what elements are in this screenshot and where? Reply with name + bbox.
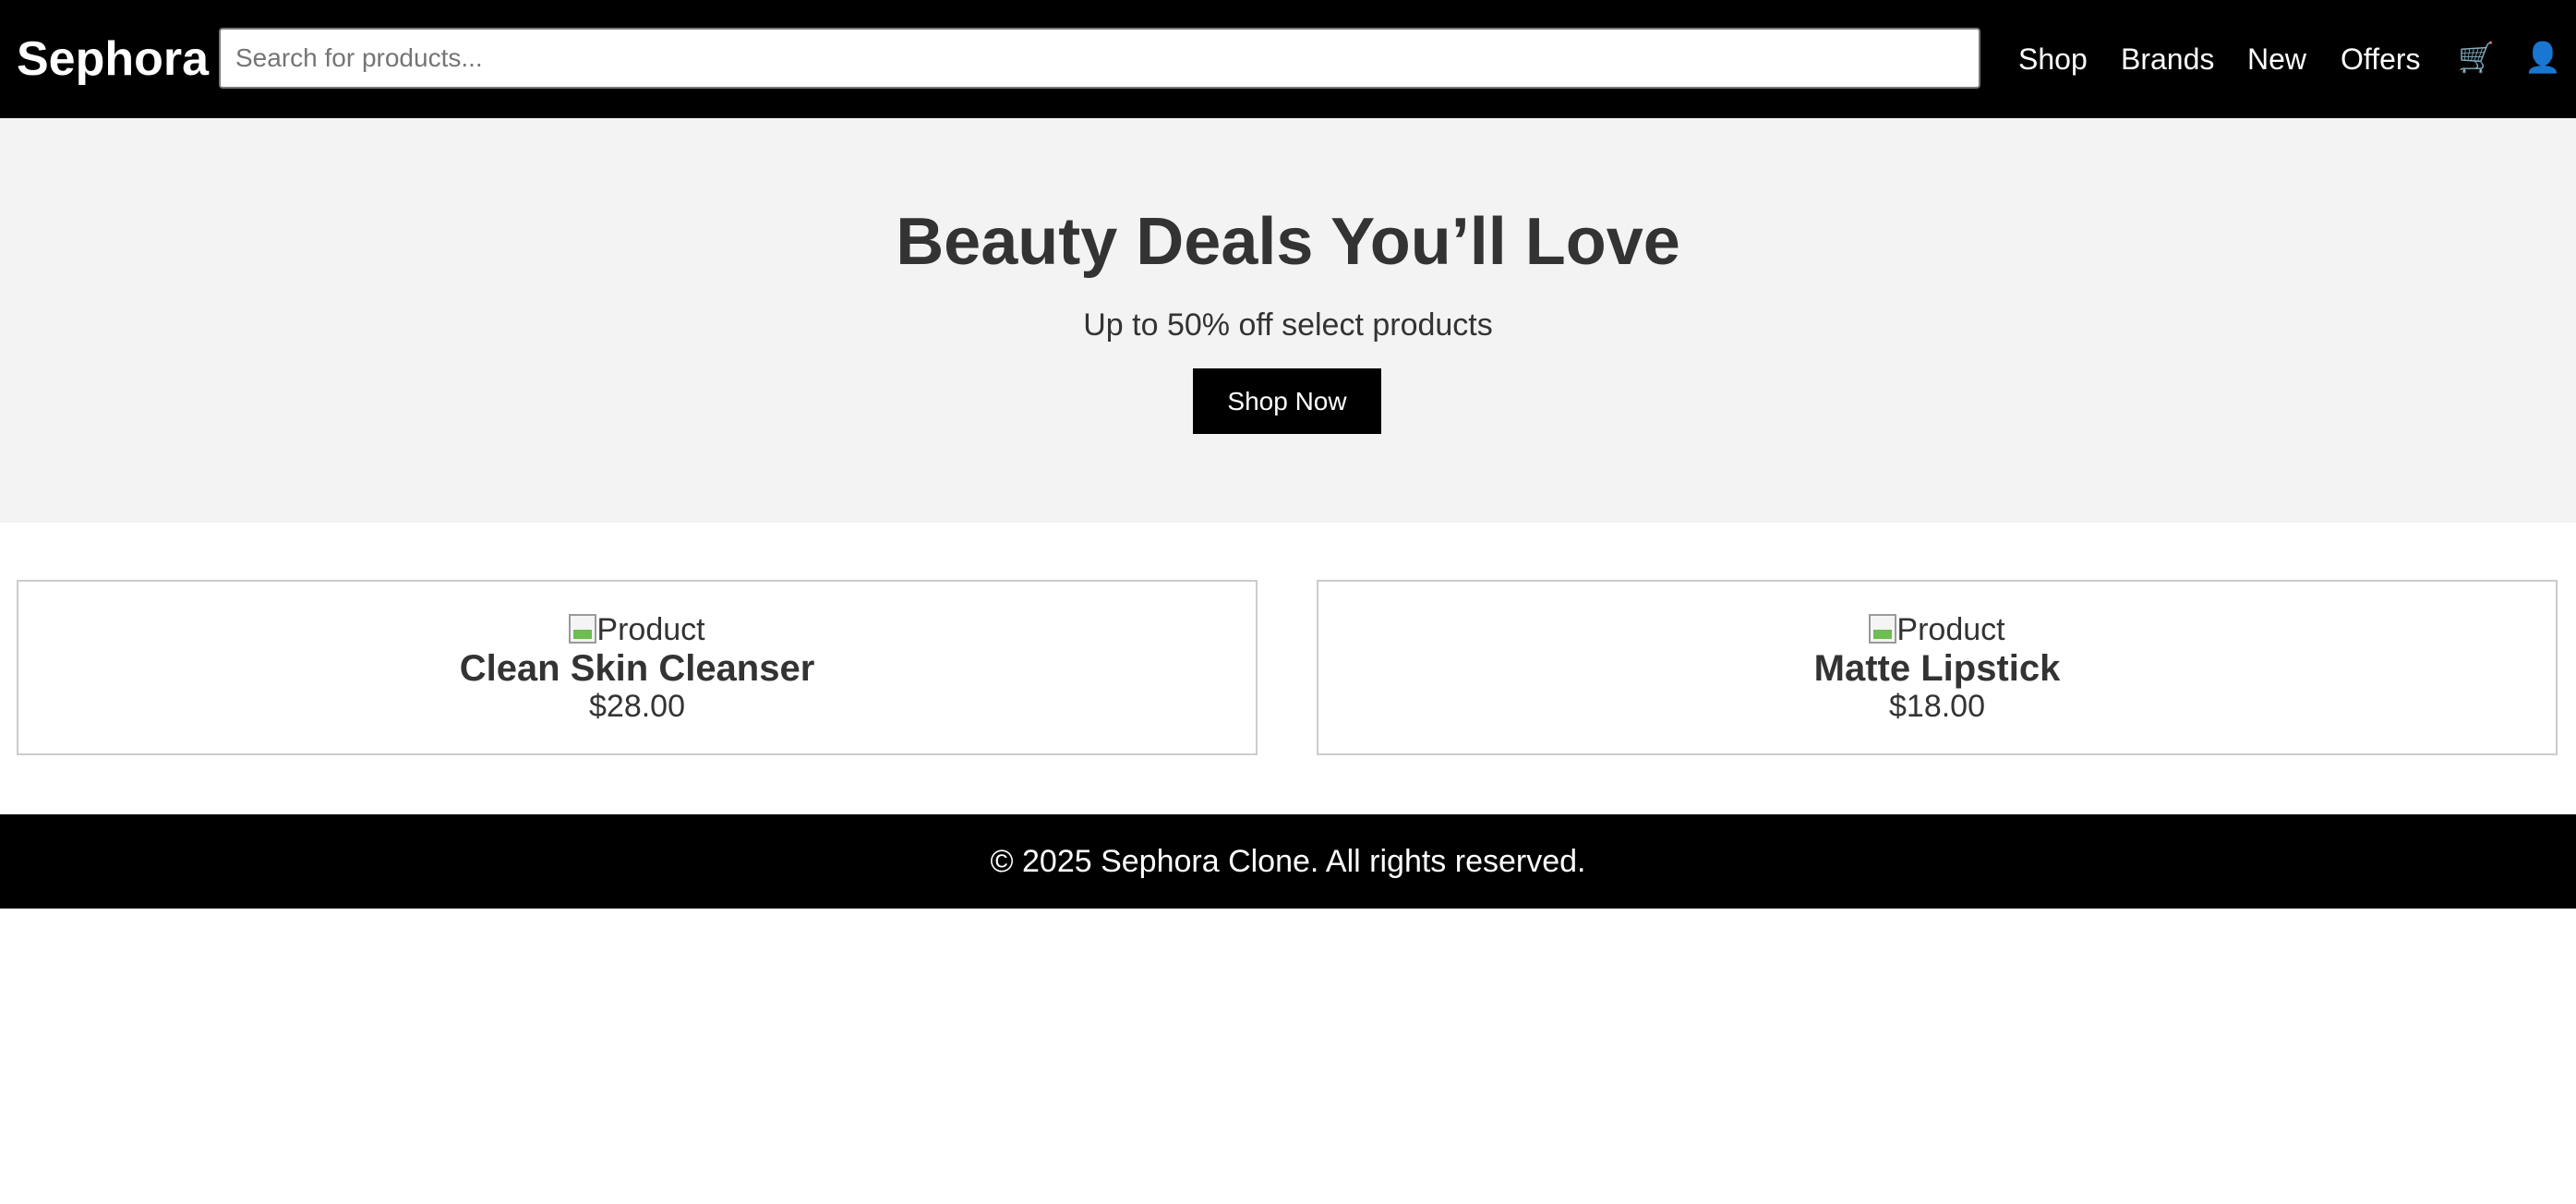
nav-new[interactable]: New: [2247, 37, 2306, 81]
product-price: $18.00: [1889, 689, 1985, 724]
product-image[interactable]: Product: [18, 611, 1256, 648]
logo[interactable]: Sephora: [17, 26, 209, 92]
product-name[interactable]: Matte Lipstick: [1318, 648, 2556, 689]
product-name[interactable]: Clean Skin Cleanser: [18, 648, 1256, 689]
product-card[interactable]: Product Matte Lipstick $18.00: [1317, 580, 2558, 755]
product-image-alt: Product: [1896, 612, 2005, 647]
nav-shop[interactable]: Shop: [2018, 37, 2088, 81]
site-header: Sephora Shop Brands New Offers 🛒 👤: [0, 0, 2576, 118]
nav-brands[interactable]: Brands: [2121, 37, 2214, 81]
hero-banner: Beauty Deals You’ll Love Up to 50% off s…: [0, 118, 2576, 523]
product-image[interactable]: Product: [1318, 611, 2556, 648]
shop-now-button[interactable]: Shop Now: [1193, 368, 1381, 434]
user-icon[interactable]: 👤: [2522, 35, 2563, 79]
product-image-alt: Product: [596, 612, 705, 647]
broken-image-icon: [1869, 614, 1897, 644]
search-input[interactable]: [219, 28, 1980, 89]
site-footer: © 2025 Sephora Clone. All rights reserve…: [0, 814, 2576, 909]
hero-subtitle: Up to 50% off select products: [1083, 307, 1493, 343]
nav-offers[interactable]: Offers: [2341, 37, 2421, 81]
product-price: $28.00: [589, 689, 685, 724]
hero-title: Beauty Deals You’ll Love: [896, 205, 1680, 279]
broken-image-icon: [569, 614, 597, 644]
product-card[interactable]: Product Clean Skin Cleanser $28.00: [17, 580, 1258, 755]
cart-icon[interactable]: 🛒: [2456, 35, 2497, 79]
footer-copyright: © 2025 Sephora Clone. All rights reserve…: [990, 844, 1586, 879]
